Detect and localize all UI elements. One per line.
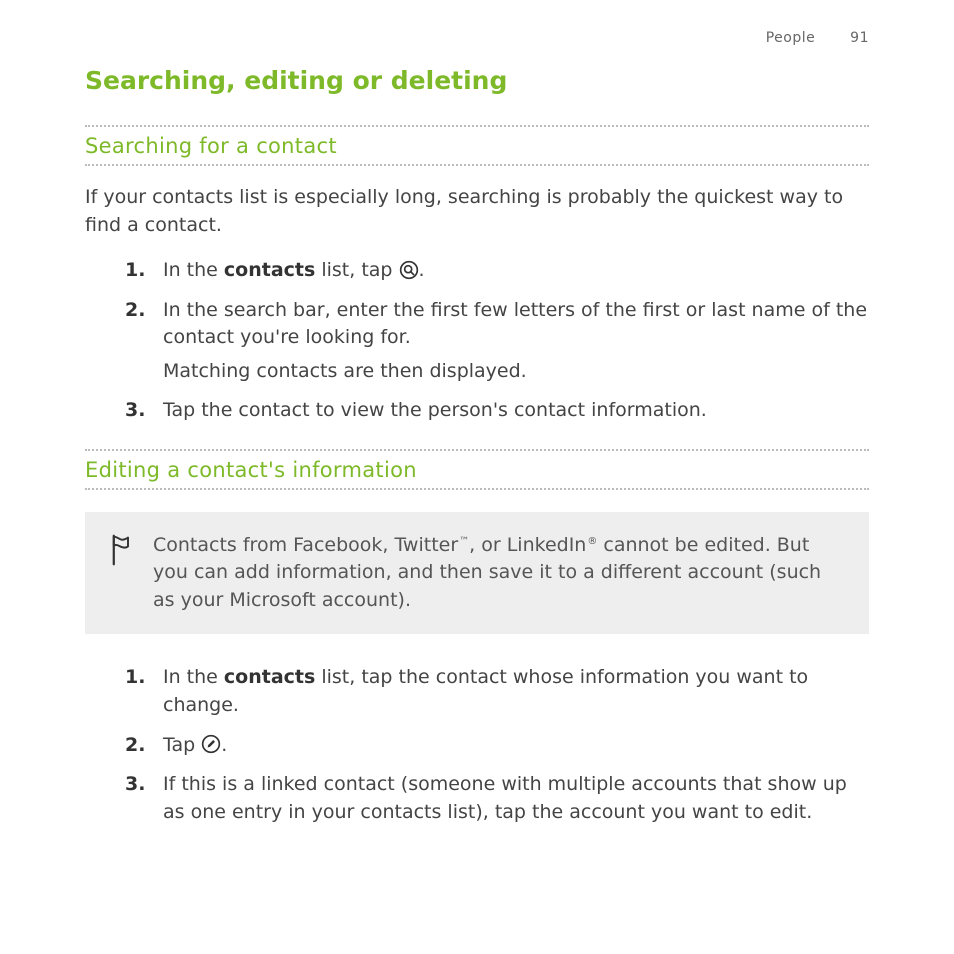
section2-step-3: If this is a linked contact (someone wit… — [125, 771, 869, 826]
note-part: , or LinkedIn — [469, 534, 586, 556]
header-page-number: 91 — [850, 30, 869, 46]
registered-symbol: ® — [587, 536, 597, 547]
step-text: . — [221, 734, 227, 756]
trademark-symbol: ™ — [459, 536, 469, 547]
section2-heading: Editing a contact's information — [85, 451, 869, 488]
step-bold: contacts — [224, 259, 315, 281]
step-text: In the — [163, 259, 224, 281]
step-text: Matching contacts are then displayed. — [163, 358, 869, 386]
note-part: Contacts from Facebook, Twitter — [153, 534, 458, 556]
step-text: If this is a linked contact (someone wit… — [163, 773, 847, 823]
step-text: list, tap — [315, 259, 398, 281]
section1-heading: Searching for a contact — [85, 127, 869, 164]
step-bold: contacts — [224, 666, 315, 688]
section1-step-3: Tap the contact to view the person's con… — [125, 397, 869, 425]
section2-steps: In the contacts list, tap the contact wh… — [85, 664, 869, 826]
note-box: Contacts from Facebook, Twitter™, or Lin… — [85, 512, 869, 635]
manual-page: People 91 Searching, editing or deleting… — [0, 0, 954, 890]
search-icon — [399, 260, 419, 280]
header-section-name: People — [766, 30, 816, 46]
step-text: . — [419, 259, 425, 281]
section1-step-2: In the search bar, enter the first few l… — [125, 297, 869, 386]
step-text: In the search bar, enter the first few l… — [163, 297, 869, 352]
section2-step-2: Tap . — [125, 732, 869, 760]
section2-step-1: In the contacts list, tap the contact wh… — [125, 664, 869, 719]
section2-heading-container: Editing a contact's information — [85, 449, 869, 490]
edit-icon — [201, 734, 221, 754]
step-text: Tap — [163, 734, 201, 756]
step-text: In the — [163, 666, 224, 688]
page-header-meta: People 91 — [85, 30, 869, 46]
section1-step-1: In the contacts list, tap . — [125, 257, 869, 285]
section1-intro: If your contacts list is especially long… — [85, 184, 869, 239]
section1-steps: In the contacts list, tap . In the searc… — [85, 257, 869, 425]
note-text: Contacts from Facebook, Twitter™, or Lin… — [153, 532, 845, 615]
page-title: Searching, editing or deleting — [85, 66, 869, 95]
section1-heading-container: Searching for a contact — [85, 125, 869, 166]
step-text: Tap the contact to view the person's con… — [163, 399, 707, 421]
flag-icon — [109, 532, 133, 570]
